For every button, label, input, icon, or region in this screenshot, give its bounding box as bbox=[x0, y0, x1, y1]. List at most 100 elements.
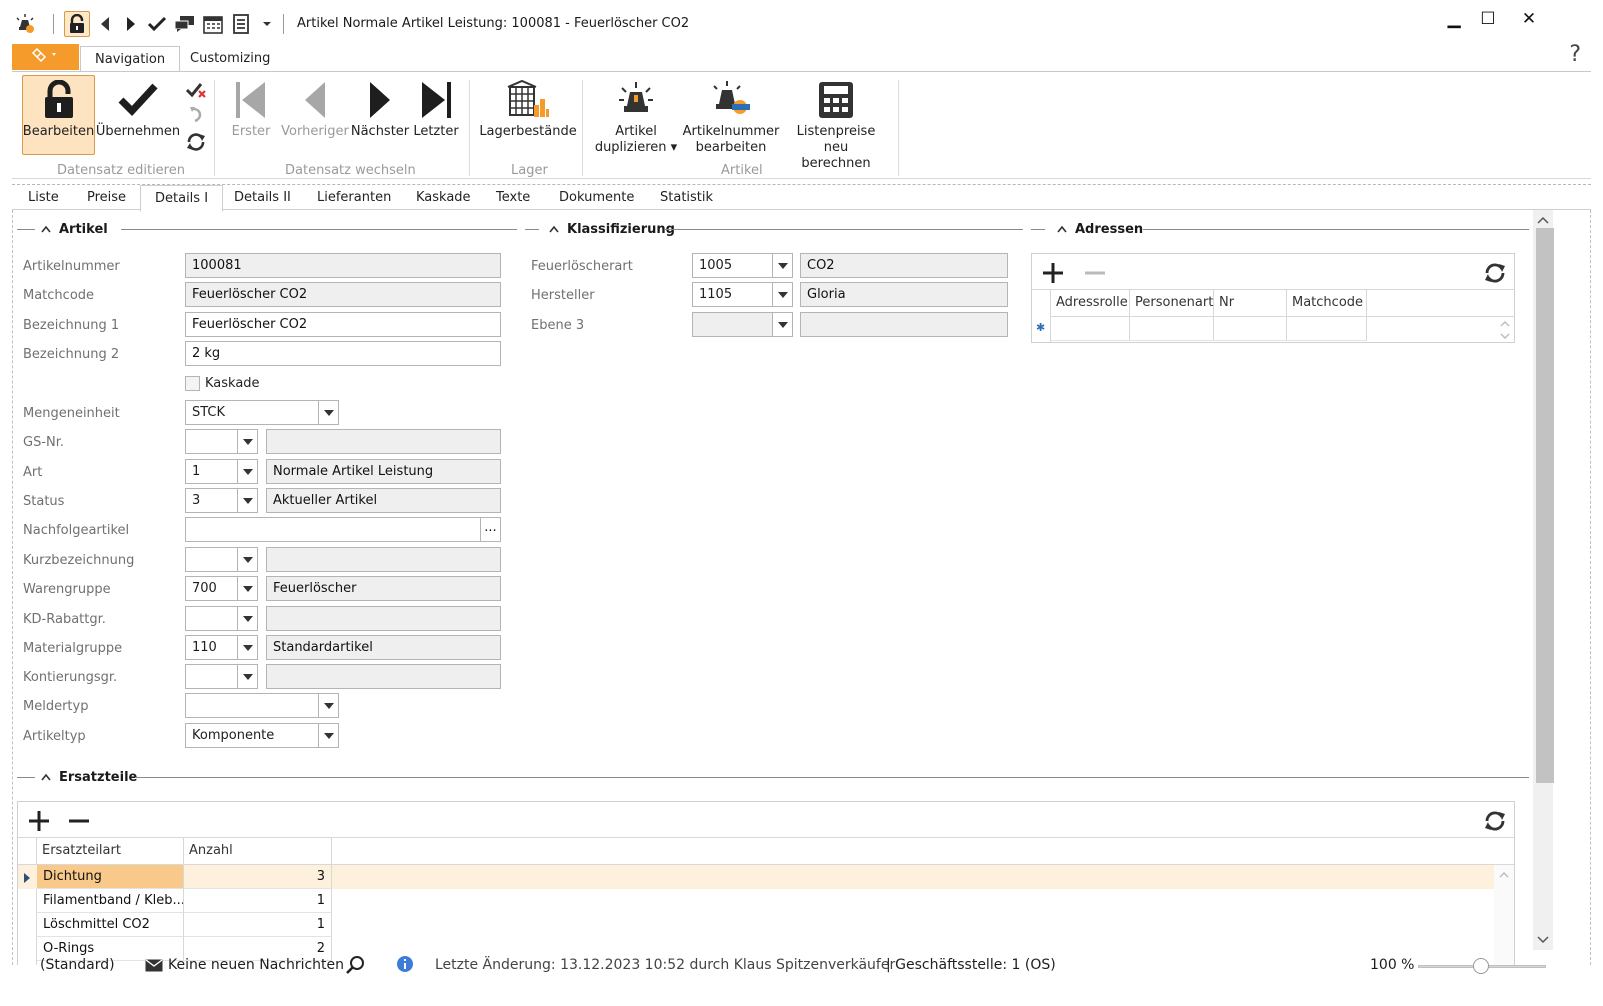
adressen-grid-scrollbar[interactable] bbox=[1496, 318, 1514, 342]
section-klassifizierung-header[interactable]: Klassifizierung bbox=[549, 220, 675, 238]
next-button[interactable]: Nächster bbox=[351, 76, 409, 140]
section-adressen-header[interactable]: Adressen bbox=[1057, 220, 1143, 238]
form-scrollbar-thumb[interactable] bbox=[1536, 228, 1554, 783]
refresh-icon[interactable] bbox=[1483, 261, 1507, 289]
column-header-anzahl[interactable]: Anzahl bbox=[184, 838, 332, 864]
stock-button[interactable]: Lagerbestände bbox=[479, 76, 577, 140]
dropdown-arrow-icon[interactable] bbox=[237, 548, 257, 571]
column-header-adressrolle[interactable]: Adressrolle bbox=[1051, 290, 1130, 316]
dropdown-arrow-icon[interactable] bbox=[318, 694, 338, 717]
dropdown-arrow-icon[interactable] bbox=[772, 313, 792, 336]
add-icon[interactable] bbox=[1042, 262, 1064, 288]
tab-statistik[interactable]: Statistik bbox=[646, 185, 727, 211]
customize-quickaccess-icon[interactable] bbox=[254, 11, 280, 37]
apply-button[interactable]: Übernehmen bbox=[96, 76, 180, 140]
remove-icon[interactable] bbox=[1084, 262, 1106, 288]
app-menu-button[interactable] bbox=[12, 44, 79, 70]
matchcode-field[interactable]: Feuerlöscher CO2 bbox=[185, 282, 501, 307]
tab-lieferanten[interactable]: Lieferanten bbox=[303, 185, 405, 211]
anzahl-cell[interactable]: 1 bbox=[184, 889, 332, 913]
chat-icon[interactable] bbox=[172, 11, 198, 37]
first-button[interactable]: Erster bbox=[228, 76, 274, 140]
gsnr-select[interactable] bbox=[185, 429, 258, 454]
ribbon-tab-navigation[interactable]: Navigation bbox=[80, 46, 181, 72]
kd-rabattgr-select[interactable] bbox=[185, 606, 258, 631]
column-header-matchcode[interactable]: Matchcode bbox=[1287, 290, 1367, 316]
edit-button[interactable]: Bearbeiten bbox=[22, 75, 95, 155]
ersatzteile-grid-scrollbar[interactable] bbox=[1494, 865, 1514, 965]
previous-button[interactable]: Vorheriger bbox=[280, 76, 350, 140]
dropdown-arrow-icon[interactable] bbox=[237, 577, 257, 600]
bezeichnung-1-field[interactable]: Feuerlöscher CO2 bbox=[185, 312, 501, 337]
anzahl-cell[interactable]: 3 bbox=[184, 865, 332, 889]
section-artikel-header[interactable]: Artikel bbox=[41, 220, 108, 238]
kaskade-checkbox[interactable] bbox=[185, 376, 200, 391]
new-row-cell[interactable] bbox=[1051, 317, 1130, 341]
zoom-slider-thumb[interactable] bbox=[1473, 958, 1489, 974]
refresh-icon[interactable] bbox=[185, 131, 207, 157]
list-icon[interactable] bbox=[228, 11, 254, 37]
column-header-ersatzteilart[interactable]: Ersatzteilart bbox=[37, 838, 184, 864]
ersatzteilart-cell[interactable]: Dichtung bbox=[37, 865, 184, 889]
tab-preise[interactable]: Preise bbox=[73, 185, 140, 211]
check-cancel-icon[interactable] bbox=[185, 81, 207, 103]
ribbon-tab-customizing[interactable]: Customizing bbox=[176, 46, 284, 72]
art-select[interactable]: 1 bbox=[185, 459, 258, 484]
refresh-icon[interactable] bbox=[1483, 809, 1507, 837]
scroll-up-icon[interactable] bbox=[1533, 212, 1553, 228]
tab-details-2[interactable]: Details II bbox=[220, 185, 305, 211]
table-row[interactable]: Filamentband / Kleb... 1 bbox=[18, 889, 1494, 913]
previous-icon[interactable] bbox=[92, 11, 118, 37]
dropdown-arrow-icon[interactable] bbox=[318, 401, 338, 424]
column-header-nr[interactable]: Nr bbox=[1214, 290, 1287, 316]
dropdown-arrow-icon[interactable] bbox=[772, 254, 792, 277]
maximize-button[interactable]: ☐ bbox=[1471, 8, 1505, 30]
tab-kaskade[interactable]: Kaskade bbox=[402, 185, 485, 211]
bezeichnung-2-field[interactable]: 2 kg bbox=[185, 341, 501, 366]
mengeneinheit-select[interactable]: STCK bbox=[185, 400, 339, 425]
nachfolgeartikel-browse-button[interactable]: ... bbox=[480, 518, 500, 541]
messages-status[interactable]: Keine neuen Nachrichten bbox=[168, 957, 344, 973]
add-icon[interactable] bbox=[28, 810, 50, 836]
last-button[interactable]: Letzter bbox=[412, 76, 460, 140]
table-row[interactable]: Löschmittel CO2 1 bbox=[18, 913, 1494, 937]
section-ersatzteile-header[interactable]: Ersatzteile bbox=[41, 768, 137, 786]
edit-article-number-button[interactable]: Artikelnummer bearbeiten bbox=[682, 76, 780, 156]
minimize-button[interactable]: ▁ bbox=[1437, 8, 1471, 30]
ersatzteilart-cell[interactable]: Löschmittel CO2 bbox=[37, 913, 184, 937]
dropdown-arrow-icon[interactable] bbox=[237, 607, 257, 630]
search-icon[interactable] bbox=[345, 955, 365, 979]
table-row[interactable]: Dichtung 3 bbox=[18, 865, 1494, 889]
duplicate-article-button[interactable]: Artikel duplizieren ▾ bbox=[594, 76, 678, 156]
next-icon[interactable] bbox=[118, 11, 144, 37]
dropdown-arrow-icon[interactable] bbox=[772, 283, 792, 306]
nachfolgeartikel-field[interactable]: ... bbox=[185, 517, 501, 542]
meldertyp-select[interactable] bbox=[185, 693, 339, 718]
dropdown-arrow-icon[interactable] bbox=[237, 460, 257, 483]
ebene-3-select[interactable] bbox=[692, 312, 793, 337]
lock-icon[interactable] bbox=[64, 11, 90, 37]
scroll-down-icon[interactable] bbox=[1533, 932, 1553, 948]
app-alarm-icon[interactable] bbox=[12, 11, 38, 37]
remove-icon[interactable] bbox=[68, 810, 90, 836]
recalculate-prices-button[interactable]: Listenpreise neu berechnen bbox=[784, 76, 888, 172]
tab-details-1[interactable]: Details I bbox=[140, 185, 224, 212]
dropdown-arrow-icon[interactable] bbox=[237, 665, 257, 688]
hersteller-select[interactable]: 1105 bbox=[692, 282, 793, 307]
new-row-cell[interactable] bbox=[1287, 317, 1367, 341]
kurzbezeichnung-select[interactable] bbox=[185, 547, 258, 572]
close-button[interactable]: ✕ bbox=[1512, 8, 1546, 30]
tab-dokumente[interactable]: Dokumente bbox=[545, 185, 648, 211]
tab-liste[interactable]: Liste bbox=[14, 185, 73, 211]
dropdown-arrow-icon[interactable] bbox=[237, 430, 257, 453]
new-row-cell[interactable] bbox=[1130, 317, 1214, 341]
undo-icon[interactable] bbox=[187, 106, 205, 128]
dropdown-arrow-icon[interactable] bbox=[318, 724, 338, 747]
help-button[interactable]: ? bbox=[1569, 42, 1581, 67]
profile-status[interactable]: (Standard) bbox=[40, 957, 115, 973]
dropdown-arrow-icon[interactable] bbox=[237, 636, 257, 659]
artikelnummer-field[interactable]: 100081 bbox=[185, 253, 501, 278]
checkmark-icon[interactable] bbox=[144, 11, 170, 37]
ersatzteilart-cell[interactable]: Filamentband / Kleb... bbox=[37, 889, 184, 913]
column-header-personenart[interactable]: Personenart bbox=[1130, 290, 1214, 316]
